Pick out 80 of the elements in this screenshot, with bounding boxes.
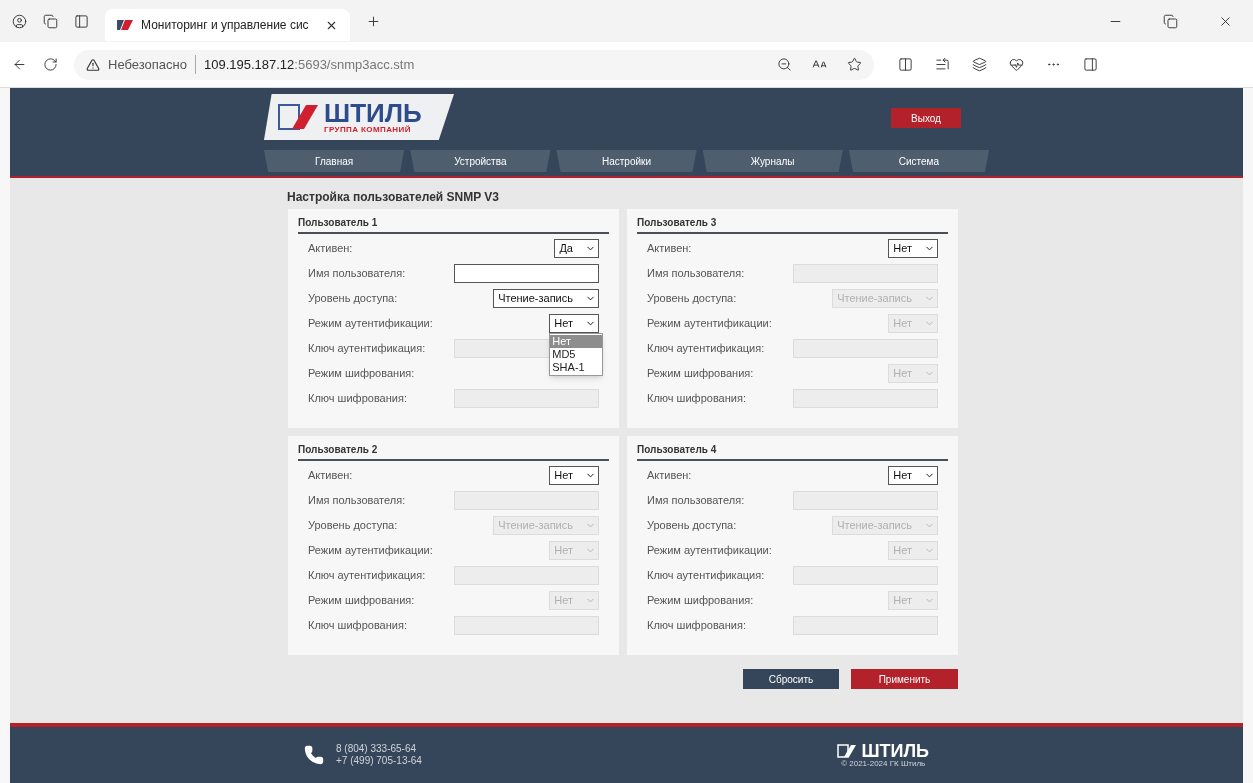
tab-title: Мониторинг и управление сис: [141, 17, 309, 34]
field-label: Режим шифрования:: [647, 593, 754, 609]
field-label: Активен:: [647, 468, 692, 484]
card-title: Пользователь 1: [298, 215, 609, 234]
field-label: Режим шифрования:: [647, 366, 754, 382]
security-warning: Небезопасно: [108, 54, 196, 75]
new-tab-icon[interactable]: [366, 13, 381, 29]
split-screen-icon[interactable]: [898, 57, 913, 72]
card-title: Пользователь 3: [637, 215, 948, 234]
logo-subtitle: ГРУППА КОМПАНИЙ: [324, 126, 412, 134]
field-label: Активен:: [647, 241, 692, 257]
nav-tab[interactable]: Главная: [264, 150, 405, 172]
back-icon[interactable]: [12, 57, 27, 72]
logo-icon: [278, 104, 320, 130]
favorites-icon[interactable]: [935, 57, 950, 72]
field-label: Режим аутентификации:: [647, 543, 772, 559]
page-title: Настройка пользователей SNMP V3: [287, 189, 500, 206]
phone-icon: [304, 745, 324, 765]
field-label: Уровень доступа:: [647, 291, 737, 307]
field-label: Ключ шифрования:: [647, 391, 746, 407]
nav-tab[interactable]: Журналы: [702, 150, 843, 172]
field-label: Активен:: [308, 241, 353, 257]
logout-button[interactable]: Выход: [891, 108, 961, 128]
field-label: Уровень доступа:: [308, 291, 398, 307]
field-label: Ключ шифрования:: [308, 618, 407, 634]
apply-button[interactable]: Применить: [851, 669, 958, 689]
dropdown-select[interactable]: Нет: [549, 466, 599, 485]
copyright-text: © 2021-2024 ГК Штиль: [841, 760, 926, 768]
dropdown-select[interactable]: Нет: [549, 314, 599, 333]
dropdown-select[interactable]: Да: [554, 239, 599, 258]
logo-icon: [117, 20, 133, 30]
field-label: Ключ аутентификация:: [647, 341, 765, 357]
field-label: Режим аутентификации:: [308, 316, 433, 332]
field-label: Активен:: [308, 468, 353, 484]
phone-number: 8 (804) 333-65-64: [336, 743, 418, 755]
field-label: Ключ аутентификация:: [647, 568, 765, 584]
url-text: 109.195.187.12:5693/snmp3acc.stm: [203, 55, 415, 74]
zoom-out-icon[interactable]: [777, 57, 792, 72]
dropdown-select[interactable]: Нет: [888, 466, 938, 485]
card-title: Пользователь 2: [298, 442, 609, 461]
dropdown-option[interactable]: MD5: [550, 348, 603, 361]
health-icon[interactable]: [1009, 57, 1024, 72]
phone-number: +7 (499) 705-13-64: [336, 755, 422, 767]
nav-tab[interactable]: Система: [848, 150, 989, 172]
text-field[interactable]: [454, 264, 599, 283]
workspaces-icon[interactable]: [43, 13, 58, 29]
field-label: Имя пользователя:: [647, 266, 745, 282]
field-label: Режим шифрования:: [308, 366, 415, 382]
warning-icon: [86, 57, 100, 72]
collections-icon[interactable]: [972, 57, 987, 72]
field-label: Уровень доступа:: [308, 518, 398, 534]
restore-icon[interactable]: [1163, 13, 1178, 29]
profile-icon[interactable]: [12, 13, 27, 29]
field-label: Уровень доступа:: [647, 518, 737, 534]
logo-text: ШТИЛЬ: [861, 742, 929, 760]
dropdown-select[interactable]: Чтение-запись: [493, 289, 599, 308]
field-label: Режим аутентификации:: [308, 543, 433, 559]
dropdown-select[interactable]: Нет: [888, 239, 938, 258]
nav-tab[interactable]: Настройки: [556, 150, 697, 172]
field-label: Ключ шифрования:: [647, 618, 746, 634]
field-label: Имя пользователя:: [308, 266, 406, 282]
reset-button[interactable]: Сбросить: [743, 669, 839, 689]
nav-tab[interactable]: Устройства: [410, 150, 551, 172]
field-label: Имя пользователя:: [308, 493, 406, 509]
field-label: Имя пользователя:: [647, 493, 745, 509]
field-label: Режим шифрования:: [308, 593, 415, 609]
logo-icon: [837, 744, 858, 758]
field-label: Ключ аутентификация:: [308, 568, 426, 584]
browser-tab[interactable]: Мониторинг и управление сис: [105, 9, 350, 41]
dropdown-option[interactable]: SHA-1: [550, 361, 603, 374]
field-label: Ключ шифрования:: [308, 391, 407, 407]
logo-text: ШТИЛЬ: [324, 100, 422, 126]
address-bar[interactable]: Небезопасно 109.195.187.12:5693/snmp3acc.stm: [74, 49, 874, 80]
field-label: Ключ аутентификация:: [308, 341, 426, 357]
field-label: Режим аутентификации:: [647, 316, 772, 332]
tab-actions-icon[interactable]: [74, 13, 89, 29]
sidebar-icon[interactable]: [1083, 57, 1098, 72]
favorite-icon[interactable]: [847, 57, 862, 72]
card-title: Пользователь 4: [637, 442, 948, 461]
refresh-icon[interactable]: [43, 57, 58, 72]
